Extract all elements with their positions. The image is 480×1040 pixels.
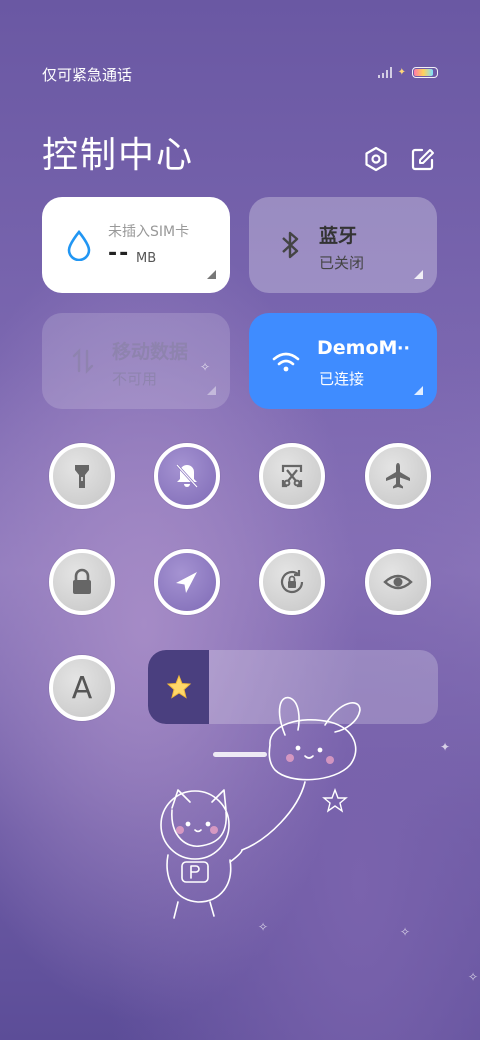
eye-icon	[383, 574, 413, 590]
expand-corner	[414, 270, 423, 279]
sparkle-decoration: ✦	[440, 740, 451, 754]
auto-rotate-toggle[interactable]	[259, 549, 325, 615]
airplane-toggle[interactable]	[365, 443, 431, 509]
font-size-toggle[interactable]: A	[49, 655, 115, 721]
lock-toggle[interactable]	[49, 549, 115, 615]
data-usage-tile[interactable]: 未插入SIM卡 -- MB	[42, 197, 230, 293]
reading-mode-toggle[interactable]	[365, 549, 431, 615]
bluetooth-tile[interactable]: 蓝牙 已关闭	[249, 197, 437, 293]
edit-icon[interactable]	[410, 146, 436, 172]
bluetooth-title: 蓝牙	[319, 225, 358, 247]
bluetooth-status: 已关闭	[319, 254, 365, 272]
mobile-data-title: 移动数据	[112, 341, 189, 363]
screenshot-toggle[interactable]	[259, 443, 325, 509]
arrows-updown-icon	[72, 348, 94, 374]
sparkle-decoration: ✧	[200, 360, 211, 374]
carrier-text: 仅可紧急通话	[42, 66, 133, 84]
expand-corner	[414, 386, 423, 395]
font-size-label: A	[71, 670, 93, 706]
wifi-icon	[272, 352, 300, 372]
sparkle-decoration: ✧	[400, 925, 411, 939]
page-title: 控制中心	[42, 135, 195, 176]
wifi-status: 已连接	[319, 370, 365, 388]
mobile-data-status: 不可用	[112, 370, 158, 388]
expand-corner	[207, 270, 216, 279]
battery-icon	[412, 66, 438, 78]
water-drop-icon	[67, 229, 91, 261]
bell-off-icon	[176, 464, 198, 488]
flashlight-icon	[75, 465, 89, 488]
data-unit: MB	[136, 251, 157, 266]
sparkle-decoration: ✧	[468, 970, 479, 984]
sim-status: 未插入SIM卡	[108, 224, 190, 240]
signal-icon	[377, 66, 392, 78]
sparkle-decoration: ✧	[258, 920, 269, 934]
lock-icon	[73, 568, 91, 594]
rotate-lock-icon	[280, 570, 304, 594]
location-toggle[interactable]	[154, 549, 220, 615]
wifi-ellipsis: ··	[397, 339, 410, 359]
wallpaper-doodle	[160, 696, 361, 919]
location-arrow-icon	[176, 572, 197, 593]
status-icons: ✦	[377, 66, 438, 78]
wifi-ssid: DemoM	[317, 337, 398, 359]
data-value: --	[108, 241, 131, 266]
expand-corner	[207, 386, 216, 395]
flashlight-toggle[interactable]	[49, 443, 115, 509]
airplane-icon	[386, 463, 410, 489]
mute-toggle[interactable]	[154, 443, 220, 509]
sparkle-icon: ✦	[397, 66, 406, 78]
gear-icon[interactable]	[363, 146, 389, 172]
wifi-tile[interactable]: DemoM ·· 已连接	[249, 313, 437, 409]
scissors-icon	[281, 464, 303, 488]
bluetooth-icon	[282, 231, 299, 259]
